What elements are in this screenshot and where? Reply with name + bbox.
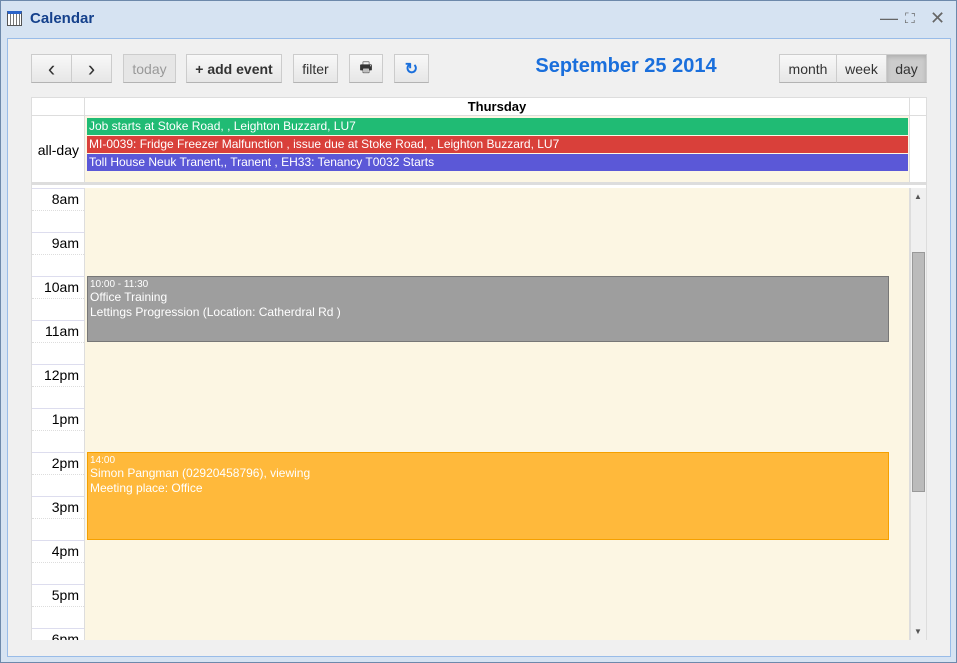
calendar-icon [7, 11, 22, 26]
close-icon[interactable]: ✕ [930, 9, 945, 27]
today-button[interactable]: today [123, 54, 176, 83]
hour-label [32, 210, 84, 232]
day-header: Thursday [84, 98, 910, 115]
add-event-button[interactable]: + add event [186, 54, 282, 83]
hour-label [32, 386, 84, 408]
title-bar: Calendar — ⛶ ✕ [1, 1, 956, 37]
time-slot[interactable]: 1pm [32, 408, 910, 431]
refresh-icon: ↻ [404, 60, 419, 78]
time-grid: 8am 9am 10am 11am 12pm 1pm 2pm 3pm 4pm 5pm 6pm 10:0… [32, 188, 926, 640]
hour-label [32, 254, 84, 276]
slot-cell[interactable] [84, 628, 910, 640]
hour-label [32, 518, 84, 540]
event-title: Simon Pangman (02920458796), viewing [90, 466, 311, 480]
time-slot[interactable] [32, 342, 910, 364]
day-view: Thursday all-day Job starts at Stoke Roa… [31, 97, 927, 640]
time-slot[interactable]: 9am [32, 232, 910, 255]
slot-cell[interactable] [84, 584, 910, 606]
current-date-title: September 25 2014 [535, 55, 717, 77]
hour-label: 9am [32, 233, 84, 255]
slot-cell[interactable] [84, 364, 910, 386]
allday-row: all-day Job starts at Stoke Road, , Leig… [32, 115, 926, 185]
view-month-button[interactable]: month [779, 54, 837, 83]
hour-label: 10am [32, 277, 84, 299]
hour-label: 4pm [32, 541, 84, 563]
slot-cell[interactable] [84, 386, 910, 408]
time-slot[interactable] [32, 606, 910, 628]
print-icon: 🖶 [359, 58, 373, 75]
slot-cell[interactable] [84, 606, 910, 628]
hour-label [32, 430, 84, 452]
filter-button[interactable]: filter [293, 54, 338, 83]
time-slot[interactable] [32, 210, 910, 232]
allday-area: Job starts at Stoke Road, , Leighton Buz… [84, 116, 910, 182]
time-slot[interactable]: 12pm [32, 364, 910, 387]
slot-cell[interactable] [84, 540, 910, 562]
slot-cell[interactable] [84, 430, 910, 452]
slot-cell[interactable] [84, 342, 910, 364]
time-slot[interactable] [32, 386, 910, 408]
minimize-icon[interactable]: — [880, 9, 898, 27]
hour-label: 3pm [32, 497, 84, 519]
hour-label: 8am [32, 189, 84, 211]
hour-label [32, 562, 84, 584]
allday-label: all-day [37, 142, 79, 158]
hour-label: 6pm [32, 629, 84, 640]
next-button[interactable]: › [71, 54, 112, 83]
event-time: 10:00 - 11:30 [90, 279, 149, 290]
slot-cell[interactable] [84, 408, 910, 430]
time-slot[interactable]: 8am [32, 188, 910, 211]
hour-label: 11am [32, 321, 84, 343]
time-slot[interactable]: 4pm [32, 540, 910, 563]
calendar-event[interactable]: 10:00 - 11:30 Office Training Lettings Pro… [87, 276, 889, 342]
event-description: Lettings Progression (Location: Catherdr… [90, 305, 341, 319]
slot-cell[interactable] [84, 232, 910, 254]
refresh-button[interactable]: ↻ [394, 54, 429, 83]
allday-event[interactable]: Job starts at Stoke Road, , Leighton Buz… [87, 118, 908, 135]
slot-cell[interactable] [84, 254, 910, 276]
time-slot[interactable] [32, 430, 910, 452]
scroll-up-icon[interactable]: ▲ [914, 192, 922, 201]
event-description: Meeting place: Office [90, 481, 203, 495]
slot-cell[interactable] [84, 210, 910, 232]
time-slot[interactable] [32, 254, 910, 276]
allday-event[interactable]: Toll House Neuk Tranent,, Tranent , EH33… [87, 154, 908, 171]
slot-cell[interactable] [84, 562, 910, 584]
maximize-icon[interactable]: ⛶ [905, 9, 915, 27]
print-button[interactable]: 🖶 [349, 54, 383, 83]
hour-label [32, 342, 84, 364]
time-slot[interactable]: 6pm [32, 628, 910, 640]
scroll-down-icon[interactable]: ▼ [914, 627, 922, 636]
hour-label: 2pm [32, 453, 84, 475]
hour-label: 1pm [32, 409, 84, 431]
hour-label: 12pm [32, 365, 84, 387]
hour-label: 5pm [32, 585, 84, 607]
event-title: Office Training [90, 290, 168, 304]
window-title: Calendar [30, 10, 95, 27]
calendar-event[interactable]: 14:00 Simon Pangman (02920458796), viewin… [87, 452, 889, 540]
hour-label [32, 298, 84, 320]
time-slot[interactable]: 5pm [32, 584, 910, 607]
view-day-button[interactable]: day [886, 54, 927, 83]
prev-button[interactable]: ‹ [31, 54, 72, 83]
allday-event[interactable]: MI-0039: Fridge Freezer Malfunction , is… [87, 136, 908, 153]
hour-label [32, 474, 84, 496]
scrollbar[interactable]: ▲ ▼ [910, 188, 926, 640]
view-week-button[interactable]: week [836, 54, 887, 83]
hour-label [32, 606, 84, 628]
time-slot[interactable] [32, 562, 910, 584]
event-time: 14:00 [90, 455, 116, 466]
slot-cell[interactable] [84, 188, 910, 210]
scroll-thumb[interactable] [912, 252, 925, 492]
